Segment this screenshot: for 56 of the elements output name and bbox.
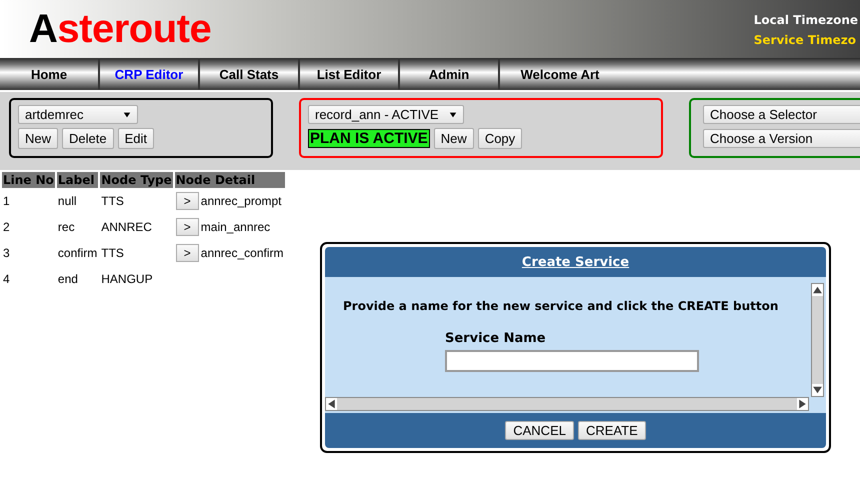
nav-tab[interactable]: List Editor (300, 58, 400, 90)
go-button[interactable]: > (176, 192, 199, 210)
vertical-scrollbar[interactable] (811, 283, 824, 397)
table-cell: 2 (3, 220, 10, 234)
nav-tab[interactable]: Call Stats (200, 58, 300, 90)
table-cell: rec (58, 220, 75, 234)
column-header: Line No (2, 172, 55, 188)
table-cell: TTS (101, 246, 124, 260)
plan-status: PLAN IS ACTIVE (308, 129, 430, 148)
table-cell: null (58, 194, 77, 208)
dropdown[interactable]: Choose a Version (703, 129, 860, 148)
horizontal-scrollbar[interactable] (325, 397, 809, 411)
table-cell: TTS (101, 194, 124, 208)
service-timezone-label: Service Timezo (754, 32, 857, 49)
dialog-title: Create Service (522, 254, 630, 270)
table-cell: confirm (58, 246, 98, 260)
up-arrow-icon[interactable] (812, 284, 823, 296)
panel-button[interactable]: Delete (62, 128, 114, 149)
go-button[interactable]: > (176, 244, 199, 262)
down-arrow-icon[interactable] (812, 384, 823, 396)
local-timezone-label: Local Timezone (754, 12, 858, 29)
panel-button[interactable]: Copy (478, 128, 522, 149)
panel-button[interactable]: New (18, 128, 58, 149)
dialog-button[interactable]: CANCEL (505, 421, 574, 440)
table-cell: 1 (3, 194, 10, 208)
left-arrow-icon[interactable] (326, 398, 337, 410)
column-header: Label (56, 172, 98, 188)
table-cell: annrec_prompt (200, 194, 282, 208)
nav-tab[interactable]: CRP Editor (100, 58, 200, 90)
dialog-button[interactable]: CREATE (578, 421, 646, 440)
nav-tab[interactable]: Home (0, 58, 100, 90)
dropdown[interactable]: artdemrec (18, 105, 138, 124)
dropdown[interactable]: Choose a Selector (703, 105, 860, 124)
dialog-message: Provide a name for the new service and click the CREATE button (343, 299, 780, 313)
column-header: Node Detail (174, 172, 284, 188)
logo-letter: A (29, 6, 58, 50)
field-label: Service Name (445, 331, 547, 346)
dropdown[interactable]: record_ann - ACTIVE (308, 105, 464, 124)
column-header: Node Type (100, 172, 173, 188)
table-cell: annrec_confirm (200, 246, 284, 260)
nav-tab[interactable]: Admin (400, 58, 500, 90)
table-cell: HANGUP (101, 272, 153, 286)
table-cell: 3 (3, 246, 10, 260)
caret-icon (123, 110, 131, 118)
service-name-field[interactable] (445, 350, 699, 372)
table-cell: ANNREC (101, 220, 152, 234)
panel-button[interactable]: New (434, 128, 474, 149)
go-button[interactable]: > (176, 218, 199, 236)
logo-text: steroute (57, 6, 212, 50)
right-arrow-icon[interactable] (797, 398, 808, 410)
nav-tab[interactable]: Welcome Art (500, 58, 620, 90)
caret-icon (448, 110, 457, 118)
table-cell: 4 (3, 272, 10, 286)
table-cell: end (58, 272, 78, 286)
table-cell: main_annrec (200, 220, 270, 234)
panel-button[interactable]: Edit (118, 128, 154, 149)
